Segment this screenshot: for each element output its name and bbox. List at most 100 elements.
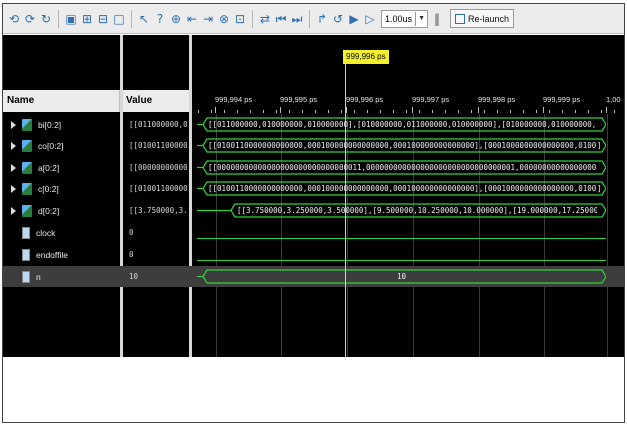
expand-arrow-icon[interactable] bbox=[11, 163, 16, 172]
toolbar-separator bbox=[309, 9, 310, 28]
time-minor-tick bbox=[419, 110, 420, 113]
time-minor-tick bbox=[263, 110, 264, 113]
pause-icon[interactable]: ‖ bbox=[430, 11, 444, 27]
bus-waveform[interactable]: [[00000000000000000000000000000011,00000… bbox=[197, 160, 606, 175]
time-minor-tick bbox=[354, 110, 355, 113]
signal-row-a02[interactable]: a[0:2] [[000000000000 [[000000000000000000… bbox=[3, 157, 624, 178]
time-minor-tick bbox=[198, 110, 199, 113]
signal-value: [[010011000000 bbox=[129, 184, 187, 193]
signal-name: clock bbox=[36, 227, 56, 238]
waveform-value-text: 10 bbox=[397, 272, 407, 281]
bus-waveform[interactable]: [[0100110000000000000,000100000000000000… bbox=[197, 138, 606, 153]
chevron-down-icon[interactable]: ▼ bbox=[415, 11, 427, 26]
signal-name-cell[interactable]: c[0:2] bbox=[3, 178, 120, 199]
go-start-icon[interactable]: ⏮ bbox=[274, 11, 288, 27]
time-minor-tick bbox=[315, 110, 316, 113]
signal-row-c02[interactable]: c[0:2] [[010011000000 [[010011000000000000… bbox=[3, 178, 624, 199]
bit-waveform-low[interactable] bbox=[197, 260, 606, 261]
signal-name-cell[interactable]: co[0:2] bbox=[3, 135, 120, 156]
bus-waveform[interactable]: [[011000000,010000000,010000000],[010000… bbox=[197, 117, 606, 132]
time-cursor[interactable] bbox=[345, 50, 346, 357]
zoom-in-icon[interactable]: ⊞ bbox=[80, 11, 94, 27]
bus-waveform[interactable]: 10 bbox=[197, 269, 606, 284]
time-tick-mark bbox=[280, 107, 281, 113]
waveform-value-text: ] bbox=[597, 184, 602, 193]
bit-waveform-low[interactable] bbox=[197, 238, 606, 239]
time-tick-label: 999,997 ps bbox=[412, 95, 450, 104]
signal-row-n[interactable]: n 10 10 bbox=[3, 266, 624, 287]
signal-value: [[3.750000,3. bbox=[129, 206, 187, 215]
bus-signal-icon bbox=[22, 204, 32, 217]
time-tick-mark bbox=[478, 107, 479, 113]
time-minor-tick bbox=[367, 110, 368, 113]
signal-name-cell[interactable]: bi[0:2] bbox=[3, 114, 120, 135]
bus-signal-icon bbox=[22, 118, 32, 131]
bus-waveform[interactable]: [[3.750000,3.250000,3.500000],[9.500000,… bbox=[197, 203, 606, 218]
snap-icon[interactable]: ⊡ bbox=[233, 11, 247, 27]
zoom-fit-icon[interactable]: ▣ bbox=[64, 11, 78, 27]
help-cursor-icon[interactable]: ? bbox=[153, 11, 167, 27]
run-icon[interactable]: ▶ bbox=[347, 11, 361, 27]
signal-row-endoffile[interactable]: endoffile 0 bbox=[3, 244, 624, 265]
time-minor-tick bbox=[250, 110, 251, 113]
signal-name: co[0:2] bbox=[38, 140, 64, 151]
bus-signal-icon bbox=[22, 161, 32, 174]
expand-arrow-icon[interactable] bbox=[11, 184, 16, 193]
time-minor-tick bbox=[588, 110, 589, 113]
zoom-out-icon[interactable]: ⊟ bbox=[96, 11, 110, 27]
redo-icon[interactable]: ⟳ bbox=[23, 11, 37, 27]
zoom-full-icon[interactable]: □ bbox=[112, 11, 126, 27]
signal-name: d[0:2] bbox=[38, 205, 60, 216]
relaunch-button[interactable]: Re-launch bbox=[450, 9, 515, 28]
expand-arrow-icon[interactable] bbox=[11, 206, 16, 215]
marker-next-icon[interactable]: ⇥ bbox=[201, 11, 215, 27]
time-minor-tick bbox=[484, 110, 485, 113]
zoom-select[interactable]: 1.00us ▼ bbox=[381, 9, 429, 28]
bus-waveform[interactable]: [[0100110000000000000,000100000000000000… bbox=[197, 181, 606, 196]
time-tick-mark bbox=[412, 107, 413, 113]
run-for-icon[interactable]: ▷ bbox=[363, 11, 377, 27]
time-tick-label: 999,994 ps bbox=[215, 95, 253, 104]
cursor-icon[interactable]: ↖ bbox=[137, 11, 151, 27]
signal-value: [[010011000000 bbox=[129, 141, 187, 150]
time-tick-mark bbox=[215, 107, 216, 113]
expand-arrow-icon[interactable] bbox=[11, 141, 16, 150]
signal-row-bi02[interactable]: bi[0:2] [[011000000,0 [[011000000,01000000… bbox=[3, 114, 624, 135]
signal-value: 0 bbox=[129, 228, 134, 237]
time-minor-tick bbox=[549, 110, 550, 113]
signal-name-cell[interactable]: n bbox=[3, 266, 120, 287]
go-end-icon[interactable]: ⏭ bbox=[290, 11, 304, 27]
relaunch-label: Re-launch bbox=[468, 13, 510, 24]
time-minor-tick bbox=[328, 110, 329, 113]
bit-signal-icon bbox=[22, 226, 30, 239]
undo-icon[interactable]: ⟲ bbox=[7, 11, 21, 27]
expand-arrow-icon[interactable] bbox=[11, 120, 16, 129]
restart-icon[interactable]: ↺ bbox=[331, 11, 345, 27]
signal-value: [[011000000,0 bbox=[129, 120, 187, 129]
name-column-header[interactable]: Name bbox=[3, 90, 120, 112]
signal-row-clock[interactable]: clock 0 bbox=[3, 222, 624, 243]
time-tick-label: 999,999 ps bbox=[543, 95, 581, 104]
time-minor-tick bbox=[471, 110, 472, 113]
value-column-header[interactable]: Value bbox=[121, 90, 189, 112]
time-minor-tick bbox=[445, 110, 446, 113]
time-minor-tick bbox=[289, 110, 290, 113]
marker-add-icon[interactable]: ⊕ bbox=[169, 11, 183, 27]
waveform-window: ⟲ ⟳ ↻ ▣ ⊞ ⊟ □ ↖? ⊕ ⇤ ⇥ ⊗ ⊡ ⇄ ⏮ ⏭ ↱ ↺ ▶ ▷ 1.00us ▼ ‖ Re-launch N… bbox=[2, 3, 625, 423]
refresh-icon[interactable]: ↻ bbox=[39, 11, 53, 27]
waveform-value-text: [[00000000000000000000000000000011,00000… bbox=[208, 163, 596, 172]
swap-icon[interactable]: ⇄ bbox=[258, 11, 272, 27]
signal-value: 0 bbox=[129, 250, 134, 259]
signal-row-co02[interactable]: co[0:2] [[010011000000 [[01001100000000000… bbox=[3, 135, 624, 156]
time-minor-tick bbox=[211, 110, 212, 113]
signal-name-cell[interactable]: d[0:2] bbox=[3, 200, 120, 221]
signal-row-d02[interactable]: d[0:2] [[3.750000,3. [[3.750000,3.250000,3… bbox=[3, 200, 624, 221]
marker-prev-icon[interactable]: ⇤ bbox=[185, 11, 199, 27]
signal-name-cell[interactable]: a[0:2] bbox=[3, 157, 120, 178]
marker-delete-icon[interactable]: ⊗ bbox=[217, 11, 231, 27]
waveform-viewer: Name Value 999,994 ps 999,995 ps 999,996 p… bbox=[3, 35, 624, 357]
toolbar-separator bbox=[252, 9, 253, 28]
signal-name-cell[interactable]: endoffile bbox=[3, 244, 120, 265]
signal-name-cell[interactable]: clock bbox=[3, 222, 120, 243]
step-icon[interactable]: ↱ bbox=[315, 11, 329, 27]
